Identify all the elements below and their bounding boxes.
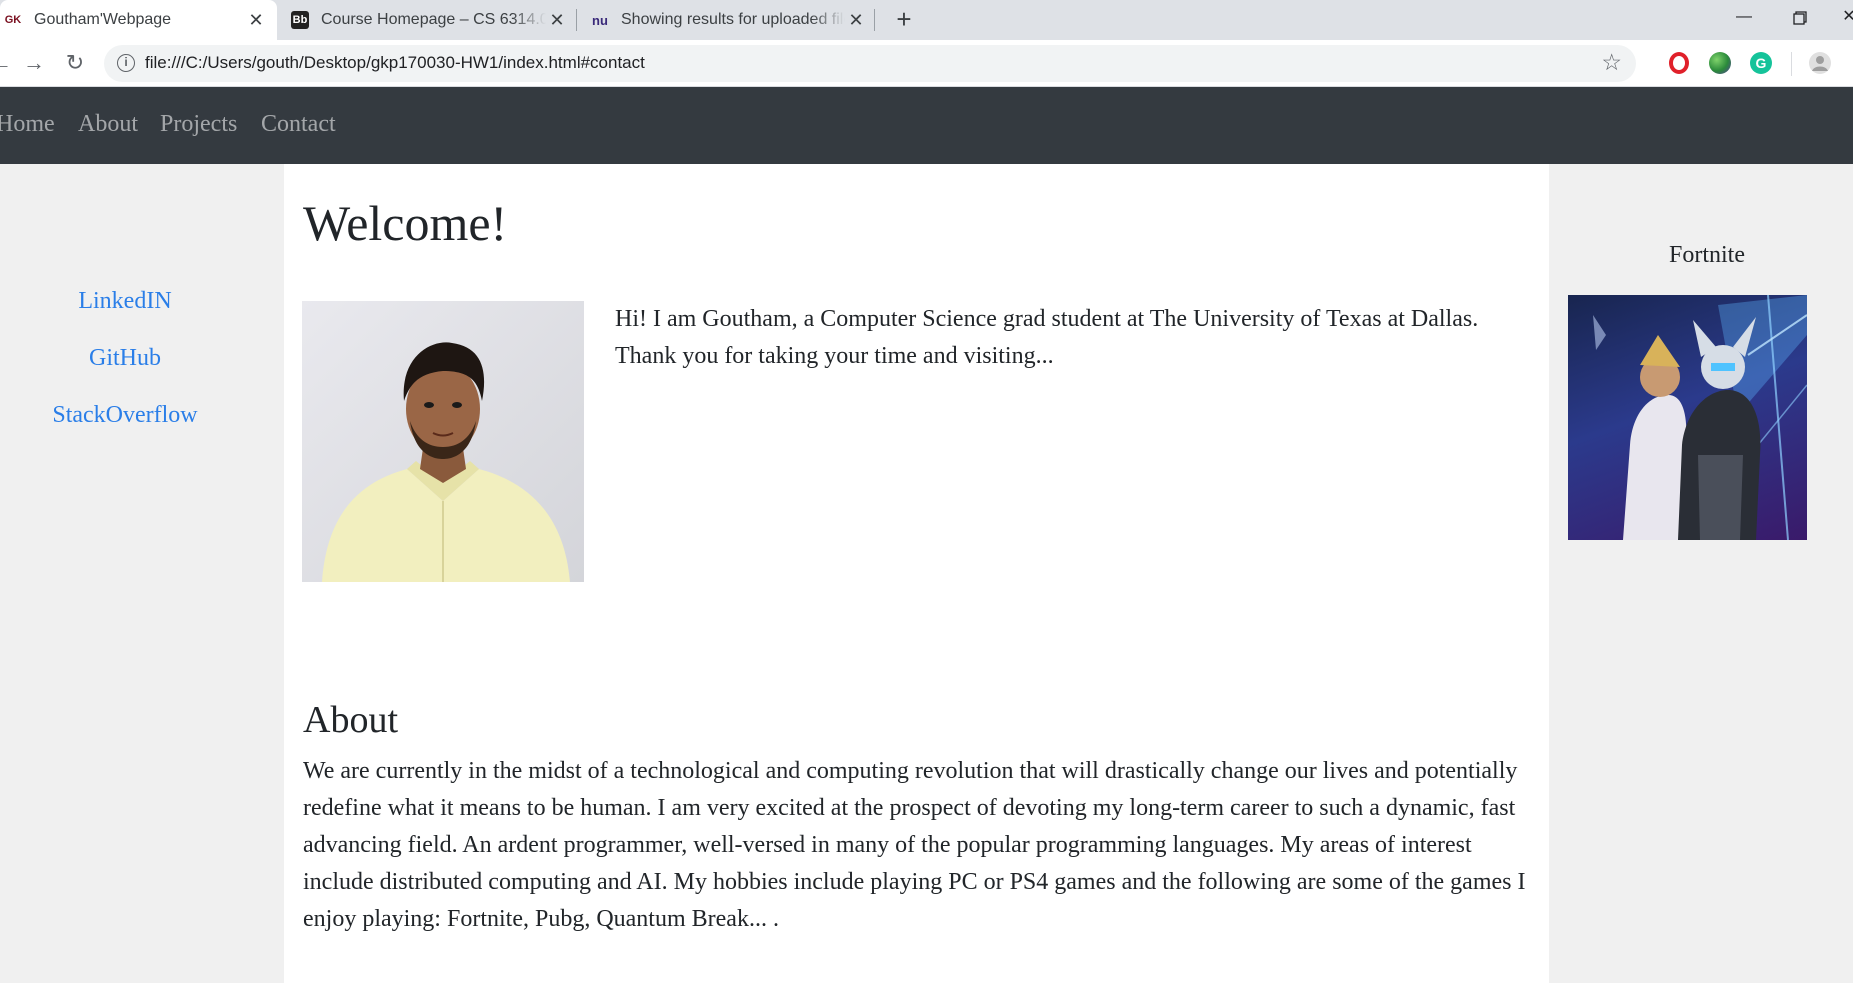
tab-title: Goutham'Webpage	[34, 11, 172, 28]
nav-about-link[interactable]: About	[78, 111, 138, 138]
tab-title: Showing results for uploaded file	[621, 11, 845, 28]
close-tab-icon[interactable]: ✕	[845, 10, 867, 31]
restore-icon[interactable]	[1778, 0, 1822, 36]
close-window-icon[interactable]: ✕	[1834, 0, 1853, 36]
tab-showing-results[interactable]: nu Showing results for uploaded file ✕	[578, 0, 873, 40]
game-title: Fortnite	[1669, 242, 1745, 268]
nu-favicon-icon: nu	[592, 12, 608, 28]
github-link[interactable]: GitHub	[0, 345, 250, 372]
nav-projects-link[interactable]: Projects	[160, 111, 237, 138]
close-tab-icon[interactable]: ✕	[245, 10, 267, 31]
blackboard-favicon-icon: Bb	[291, 11, 309, 29]
address-url[interactable]: file:///C:/Users/gouth/Desktop/gkp170030…	[145, 53, 645, 73]
page-title: Welcome!	[303, 195, 508, 251]
new-tab-plus-icon[interactable]: +	[889, 5, 919, 35]
info-icon[interactable]: i	[117, 54, 135, 72]
reload-icon[interactable]: ↻	[60, 48, 90, 78]
back-arrow-icon[interactable]: ←	[0, 48, 16, 78]
globe-extension-icon[interactable]	[1709, 52, 1731, 74]
tab-strip: GK Goutham'Webpage ✕ Bb Course Homepage …	[0, 0, 1853, 40]
profile-avatar-icon[interactable]	[1809, 52, 1831, 74]
tab-separator	[874, 9, 875, 31]
right-sidebar: Fortnite	[1549, 164, 1853, 983]
toolbar-separator	[1791, 52, 1792, 76]
grammarly-icon[interactable]: G	[1750, 52, 1772, 74]
browser-toolbar: ← → ↻ i file:///C:/Users/gouth/Desktop/g…	[0, 40, 1853, 87]
forward-arrow-icon[interactable]: →	[19, 48, 49, 78]
about-paragraph: We are currently in the midst of a techn…	[303, 758, 1526, 932]
site-navbar: Home About Projects Contact	[0, 87, 1853, 164]
bookmark-star-icon[interactable]: ☆	[1601, 49, 1622, 76]
tab-title: Course Homepage – CS 6314.002	[321, 11, 546, 28]
main-content: Welcome! Hi! I am Goutham, a Computer Sc…	[284, 164, 1549, 983]
profile-photo	[302, 301, 584, 582]
address-bar[interactable]: i file:///C:/Users/gouth/Desktop/gkp1700…	[104, 45, 1636, 82]
nav-home-link[interactable]: Home	[0, 111, 55, 138]
fortnite-image	[1568, 295, 1807, 540]
tab-gouthams-webpage[interactable]: GK Goutham'Webpage ✕	[0, 0, 277, 40]
gk-favicon-icon: GK	[4, 14, 22, 26]
opera-extension-icon[interactable]	[1669, 52, 1689, 74]
left-sidebar: LinkedIN GitHub StackOverflow	[0, 164, 284, 983]
linkedin-link[interactable]: LinkedIN	[0, 288, 250, 315]
tab-course-homepage[interactable]: Bb Course Homepage – CS 6314.002 ✕	[280, 0, 574, 40]
about-heading: About	[303, 699, 398, 741]
stackoverflow-link[interactable]: StackOverflow	[0, 402, 250, 429]
intro-paragraph: Hi! I am Goutham, a Computer Science gra…	[615, 306, 1479, 369]
tab-separator	[576, 9, 577, 31]
minimize-icon[interactable]: —	[1722, 0, 1766, 36]
close-tab-icon[interactable]: ✕	[546, 10, 568, 31]
nav-contact-link[interactable]: Contact	[261, 111, 336, 138]
